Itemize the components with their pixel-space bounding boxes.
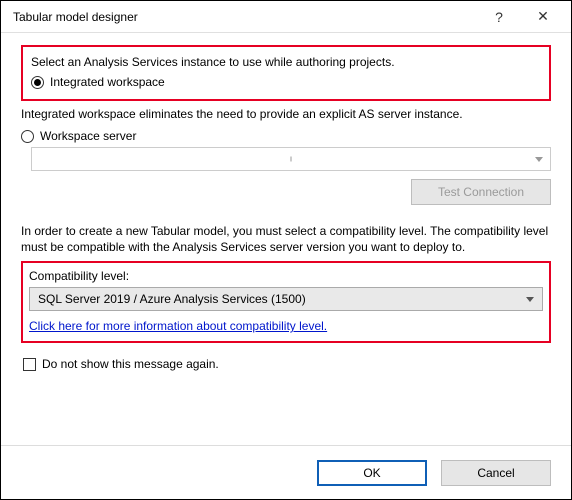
dialog-window: Tabular model designer ? ✕ Select an Ana… xyxy=(0,0,572,500)
compat-level-value: SQL Server 2019 / Azure Analysis Service… xyxy=(38,292,306,306)
radio-integrated-workspace[interactable]: Integrated workspace xyxy=(31,75,541,89)
checkbox-label: Do not show this message again. xyxy=(42,357,219,371)
dialog-content: Select an Analysis Services instance to … xyxy=(1,33,571,445)
workspace-highlight: Select an Analysis Services instance to … xyxy=(21,45,551,101)
test-row: Test Connection xyxy=(31,179,551,205)
compat-highlight: Compatibility level: SQL Server 2019 / A… xyxy=(21,261,551,343)
compat-level-select[interactable]: SQL Server 2019 / Azure Analysis Service… xyxy=(29,287,543,311)
compat-label: Compatibility level: xyxy=(29,269,543,283)
checkbox-icon xyxy=(23,358,36,371)
cancel-button[interactable]: Cancel xyxy=(441,460,551,486)
radio-label: Integrated workspace xyxy=(50,75,165,89)
caret-icon xyxy=(291,157,292,162)
compat-intro: In order to create a new Tabular model, … xyxy=(21,223,551,255)
ok-button[interactable]: OK xyxy=(317,460,427,486)
radio-icon xyxy=(31,76,44,89)
integrated-note: Integrated workspace eliminates the need… xyxy=(21,107,551,121)
help-icon[interactable]: ? xyxy=(477,2,521,32)
titlebar: Tabular model designer ? ✕ xyxy=(1,1,571,33)
test-connection-button[interactable]: Test Connection xyxy=(411,179,551,205)
server-block: Test Connection xyxy=(31,147,551,205)
close-icon[interactable]: ✕ xyxy=(521,2,565,32)
radio-icon xyxy=(21,130,34,143)
dialog-footer: OK Cancel xyxy=(1,445,571,499)
window-title: Tabular model designer xyxy=(13,10,477,24)
radio-workspace-server[interactable]: Workspace server xyxy=(21,129,551,143)
radio-label: Workspace server xyxy=(40,129,136,143)
dont-show-checkbox[interactable]: Do not show this message again. xyxy=(23,357,551,371)
workspace-instruction: Select an Analysis Services instance to … xyxy=(31,55,541,69)
server-dropdown[interactable] xyxy=(31,147,551,171)
compat-info-link[interactable]: Click here for more information about co… xyxy=(29,319,327,333)
